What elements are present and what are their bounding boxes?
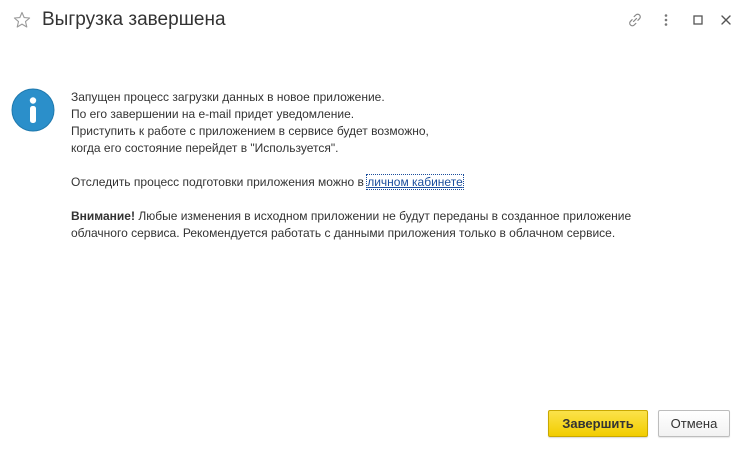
message-line: Приступить к работе с приложением в серв… xyxy=(71,124,429,138)
track-paragraph: Отследить процесс подготовки приложения … xyxy=(71,174,731,191)
track-text: Отследить процесс подготовки приложения … xyxy=(71,175,368,189)
warning-label: Внимание! xyxy=(71,209,135,223)
window-title: Выгрузка завершена xyxy=(42,9,226,30)
maximize-icon[interactable] xyxy=(688,10,708,30)
message-line: По его завершении на e-mail придет уведо… xyxy=(71,107,355,121)
title-bar: Выгрузка завершена xyxy=(0,0,748,40)
message-line: когда его состояние перейдет в "Использу… xyxy=(71,141,339,155)
link-icon[interactable] xyxy=(625,10,645,30)
warning-text-continued: облачного сервиса. Рекомендуется работат… xyxy=(71,226,616,240)
message-line: Запущен процесс загрузки данных в новое … xyxy=(71,90,385,104)
close-icon[interactable] xyxy=(716,10,736,30)
personal-cabinet-link[interactable]: личном кабинете xyxy=(366,174,464,190)
message-paragraph: Запущен процесс загрузки данных в новое … xyxy=(71,89,731,157)
warning-paragraph: Внимание! Любые изменения в исходном при… xyxy=(71,208,731,242)
info-icon xyxy=(11,88,55,132)
star-icon[interactable] xyxy=(12,10,32,30)
finish-button[interactable]: Завершить xyxy=(548,410,648,437)
dialog-window: Выгрузка завершена Запущен процесс загру… xyxy=(0,0,748,452)
message-body: Запущен процесс загрузки данных в новое … xyxy=(71,89,731,242)
more-vertical-icon[interactable] xyxy=(656,10,676,30)
warning-text: Любые изменения в исходном приложении не… xyxy=(134,209,632,223)
cancel-button[interactable]: Отмена xyxy=(658,410,730,437)
